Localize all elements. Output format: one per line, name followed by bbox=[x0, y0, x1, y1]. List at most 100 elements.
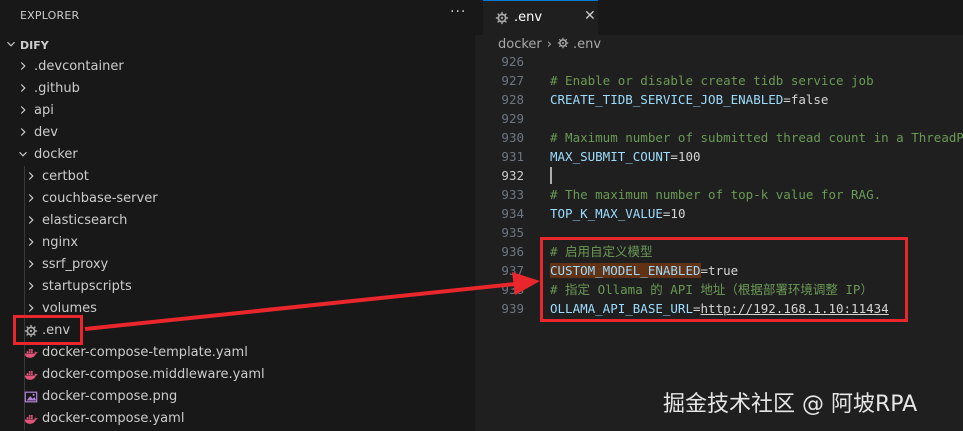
code-comment: # Maximum number of submitted thread cou… bbox=[550, 130, 963, 145]
tree-item-couchbase-server[interactable]: couchbase-server bbox=[0, 188, 475, 210]
line-number: 926 bbox=[501, 54, 524, 69]
line-number: 930 bbox=[501, 130, 524, 145]
docker-icon bbox=[24, 371, 38, 380]
breadcrumb-folder[interactable]: docker bbox=[498, 37, 542, 52]
tree-file-docker-compose-template[interactable]: docker-compose-template.yaml bbox=[0, 342, 475, 364]
more-actions-icon[interactable]: ··· bbox=[450, 4, 466, 20]
line-number: 935 bbox=[501, 225, 524, 240]
tab-env[interactable]: .env ✕ bbox=[483, 0, 598, 35]
tree-root-dify[interactable]: DIFY bbox=[0, 34, 475, 56]
chevron-right-icon bbox=[20, 106, 26, 114]
tree-item-label: docker-compose.png bbox=[42, 389, 178, 404]
text-cursor bbox=[550, 167, 552, 184]
code-line-current: 932 bbox=[475, 166, 963, 185]
code-line: 929 bbox=[475, 109, 963, 128]
line-number: 929 bbox=[501, 111, 524, 126]
tree-item-label: certbot bbox=[42, 169, 89, 184]
tree-item-label: docker-compose.middleware.yaml bbox=[42, 367, 265, 382]
line-number: 928 bbox=[501, 92, 524, 107]
code-line: 931 MAX_SUBMIT_COUNT=100 bbox=[475, 147, 963, 166]
image-file-icon bbox=[24, 391, 38, 403]
breadcrumb: docker › .env bbox=[498, 37, 601, 52]
tree-item-label: .github bbox=[34, 81, 80, 96]
env-key: TOP_K_MAX_VALUE bbox=[550, 206, 663, 221]
chevron-right-icon bbox=[20, 84, 26, 92]
tree-item-label: nginx bbox=[42, 235, 79, 250]
tree-item-nginx[interactable]: nginx bbox=[0, 232, 475, 254]
tree-item-label: couchbase-server bbox=[42, 191, 158, 206]
tree-item-ssrf-proxy[interactable]: ssrf_proxy bbox=[0, 254, 475, 276]
chevron-down-icon bbox=[19, 151, 27, 157]
tree-item-label: .devcontainer bbox=[34, 59, 124, 74]
close-icon[interactable]: ✕ bbox=[584, 8, 596, 24]
code-comment: # Enable or disable create tidb service … bbox=[550, 73, 874, 88]
tree-file-docker-compose-middleware[interactable]: docker-compose.middleware.yaml bbox=[0, 364, 475, 386]
tree-item-label: startupscripts bbox=[42, 279, 132, 294]
tab-label: .env bbox=[514, 10, 543, 25]
chevron-right-icon bbox=[28, 282, 34, 290]
gear-icon bbox=[557, 37, 569, 49]
tree-item-label: docker bbox=[34, 147, 78, 162]
env-operator: = bbox=[670, 149, 678, 164]
tree-item-dev[interactable]: dev bbox=[0, 122, 475, 144]
annotation-box-config bbox=[540, 237, 908, 322]
line-number: 934 bbox=[501, 206, 524, 221]
explorer-sidebar: EXPLORER ··· DIFY .devcontainer .github … bbox=[0, 0, 475, 431]
tree-item-label: api bbox=[34, 103, 54, 118]
chevron-right-icon bbox=[28, 260, 34, 268]
line-number: 931 bbox=[501, 149, 524, 164]
gear-icon bbox=[495, 11, 509, 25]
env-value: false bbox=[790, 92, 829, 107]
env-value: 100 bbox=[677, 149, 701, 164]
code-line: 934 TOP_K_MAX_VALUE=10 bbox=[475, 204, 963, 223]
tree-item-elasticsearch[interactable]: elasticsearch bbox=[0, 210, 475, 232]
docker-icon bbox=[24, 349, 38, 358]
breadcrumb-separator: › bbox=[546, 37, 552, 52]
code-line: 927 # Enable or disable create tidb servi… bbox=[475, 71, 963, 90]
tree-item-label: docker-compose.yaml bbox=[42, 411, 185, 426]
tree-item-github[interactable]: .github bbox=[0, 78, 475, 100]
docker-icon bbox=[24, 415, 38, 424]
chevron-right-icon bbox=[20, 62, 26, 70]
tree-item-startupscripts[interactable]: startupscripts bbox=[0, 276, 475, 298]
env-key: CREATE_TIDB_SERVICE_JOB_ENABLED bbox=[550, 92, 784, 107]
tree-item-label: elasticsearch bbox=[42, 213, 128, 228]
line-number: 933 bbox=[501, 187, 524, 202]
tree-item-label: docker-compose-template.yaml bbox=[42, 345, 248, 360]
tab-bar: .env ✕ bbox=[475, 0, 963, 35]
chevron-right-icon bbox=[28, 238, 34, 246]
line-number: 938 bbox=[501, 282, 524, 297]
line-number: 932 bbox=[501, 168, 524, 183]
chevron-down-icon bbox=[7, 41, 15, 47]
tree-item-label: dev bbox=[34, 125, 58, 140]
chevron-right-icon bbox=[28, 194, 34, 202]
line-number: 937 bbox=[501, 263, 524, 278]
env-value: 10 bbox=[670, 206, 686, 221]
tree-item-docker[interactable]: docker bbox=[0, 144, 475, 166]
watermark: 掘金技术社区 @ 阿坡RPA bbox=[663, 392, 918, 417]
line-number: 936 bbox=[501, 244, 524, 259]
code-line: 933 # The maximum number of top-k value f… bbox=[475, 185, 963, 204]
env-operator: = bbox=[783, 92, 791, 107]
chevron-right-icon bbox=[28, 172, 34, 180]
editor-area: .env ✕ docker › .env 926 927 # Enable or d… bbox=[475, 0, 963, 431]
tree-file-docker-compose-png[interactable]: docker-compose.png bbox=[0, 386, 475, 408]
env-key: MAX_SUBMIT_COUNT bbox=[550, 149, 671, 164]
tree-item-label: ssrf_proxy bbox=[42, 257, 109, 272]
chevron-right-icon bbox=[20, 128, 26, 136]
breadcrumb-file[interactable]: .env bbox=[573, 37, 601, 52]
tree-root-label: DIFY bbox=[20, 39, 49, 52]
chevron-right-icon bbox=[28, 304, 34, 312]
tree-item-devcontainer[interactable]: .devcontainer bbox=[0, 56, 475, 78]
explorer-title: EXPLORER bbox=[20, 9, 80, 22]
code-line: 930 # Maximum number of submitted thread … bbox=[475, 128, 963, 147]
annotation-box-env-file bbox=[13, 315, 83, 345]
code-comment: # The maximum number of top-k value for … bbox=[550, 187, 882, 202]
chevron-right-icon bbox=[28, 216, 34, 224]
tree-item-certbot[interactable]: certbot bbox=[0, 166, 475, 188]
tree-file-docker-compose-yaml[interactable]: docker-compose.yaml bbox=[0, 408, 475, 430]
code-line: 926 bbox=[475, 52, 963, 71]
tree-item-api[interactable]: api bbox=[0, 100, 475, 122]
line-number: 927 bbox=[501, 73, 524, 88]
line-number: 939 bbox=[501, 301, 524, 316]
